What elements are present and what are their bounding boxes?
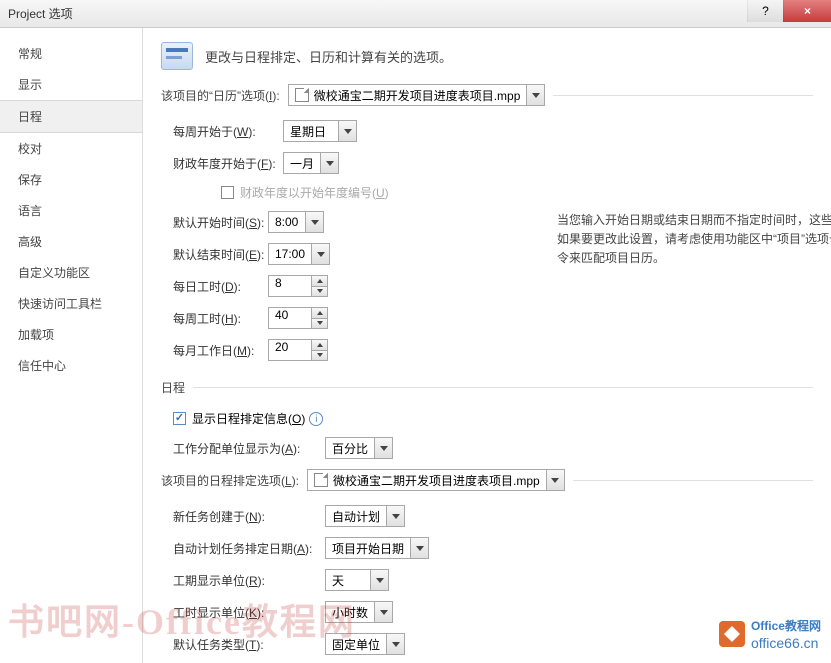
default-start-label: 默认开始时间(S): bbox=[173, 214, 268, 231]
help-button[interactable]: ? bbox=[747, 0, 783, 22]
hours-per-day-spinner[interactable]: 8 bbox=[268, 275, 328, 297]
auto-sched-select[interactable]: 项目开始日期 bbox=[325, 537, 429, 559]
divider bbox=[553, 95, 813, 96]
container: 常规 显示 日程 校对 保存 语言 高级 自定义功能区 快速访问工具栏 加载项 … bbox=[0, 28, 831, 663]
sidebar-item-addins[interactable]: 加载项 bbox=[0, 319, 142, 350]
page-description: 更改与日程排定、日历和计算有关的选项。 bbox=[205, 47, 452, 66]
sidebar-item-proofing[interactable]: 校对 bbox=[0, 133, 142, 164]
calendar-project-select[interactable]: 微校通宝二期开发项目进度表项目.mpp bbox=[288, 84, 546, 106]
chevron-down-icon bbox=[311, 220, 319, 225]
sidebar-item-customize-ribbon[interactable]: 自定义功能区 bbox=[0, 257, 142, 288]
week-start-select[interactable]: 星期日 bbox=[283, 120, 357, 142]
duration-units-label: 工期显示单位(R): bbox=[173, 572, 325, 589]
fy-numbering-checkbox bbox=[221, 186, 234, 199]
chevron-down-icon bbox=[380, 446, 388, 451]
calendar-section-title: 该项目的“日历”选项(I): bbox=[161, 87, 280, 104]
default-task-type-select[interactable]: 固定单位 bbox=[325, 633, 405, 655]
schedule-header-icon bbox=[161, 42, 193, 70]
sidebar-item-trust-center[interactable]: 信任中心 bbox=[0, 350, 142, 381]
calendar-section-title-row: 该项目的“日历”选项(I): 微校通宝二期开发项目进度表项目.mpp bbox=[161, 84, 813, 106]
fy-start-select[interactable]: 一月 bbox=[283, 152, 339, 174]
hours-per-day-label: 每日工时(D): bbox=[173, 278, 268, 295]
chevron-down-icon bbox=[317, 252, 325, 257]
chevron-down-icon bbox=[551, 478, 559, 483]
hours-per-week-spinner[interactable]: 40 bbox=[268, 307, 328, 329]
info-icon[interactable]: i bbox=[309, 412, 323, 426]
default-start-select[interactable]: 8:00 bbox=[268, 211, 324, 233]
window-title: Project 选项 bbox=[8, 5, 73, 22]
fy-start-label: 财政年度开始于(F): bbox=[173, 155, 283, 172]
duration-units-select[interactable]: 天 bbox=[325, 569, 389, 591]
default-task-type-label: 默认任务类型(T): bbox=[173, 636, 325, 653]
show-schedule-info-label: 显示日程排定信息(O) bbox=[192, 410, 305, 427]
new-tasks-label: 新任务创建于(N): bbox=[173, 508, 325, 525]
schedule-section-title-row: 日程 bbox=[161, 379, 813, 396]
dropdown-button[interactable] bbox=[526, 85, 544, 105]
close-button[interactable]: × bbox=[783, 0, 831, 22]
new-tasks-select[interactable]: 自动计划 bbox=[325, 505, 405, 527]
sidebar-item-schedule[interactable]: 日程 bbox=[0, 100, 142, 133]
sidebar-item-language[interactable]: 语言 bbox=[0, 195, 142, 226]
divider bbox=[573, 480, 813, 481]
titlebar-buttons: ? × bbox=[747, 0, 831, 22]
show-schedule-info-checkbox[interactable] bbox=[173, 412, 186, 425]
divider bbox=[193, 387, 813, 388]
chevron-down-icon bbox=[344, 129, 352, 134]
close-icon: × bbox=[804, 4, 811, 18]
days-per-month-label: 每月工作日(M): bbox=[173, 342, 268, 359]
page-header: 更改与日程排定、日历和计算有关的选项。 bbox=[161, 42, 813, 70]
auto-sched-label: 自动计划任务排定日期(A): bbox=[173, 540, 325, 557]
work-units-select[interactable]: 小时数 bbox=[325, 601, 393, 623]
chevron-down-icon bbox=[326, 161, 334, 166]
calendar-side-note: 当您输入开始日期或结束日期而不指定时间时，这些时间会被分配给任务。如果要更改此设… bbox=[557, 211, 831, 269]
hours-per-week-label: 每周工时(H): bbox=[173, 310, 268, 327]
assignment-units-label: 工作分配单位显示为(A): bbox=[173, 440, 325, 457]
chevron-down-icon bbox=[317, 289, 323, 293]
sidebar-item-advanced[interactable]: 高级 bbox=[0, 226, 142, 257]
content: 更改与日程排定、日历和计算有关的选项。 该项目的“日历”选项(I): 微校通宝二… bbox=[143, 28, 831, 663]
file-icon bbox=[314, 473, 328, 487]
sidebar-item-save[interactable]: 保存 bbox=[0, 164, 142, 195]
assignment-units-select[interactable]: 百分比 bbox=[325, 437, 393, 459]
sched-options-title: 该项目的日程排定选项(L): bbox=[161, 472, 299, 489]
chevron-up-icon bbox=[317, 279, 323, 283]
week-start-label: 每周开始于(W): bbox=[173, 123, 283, 140]
sidebar-item-quick-access[interactable]: 快速访问工具栏 bbox=[0, 288, 142, 319]
default-end-select[interactable]: 17:00 bbox=[268, 243, 330, 265]
days-per-month-spinner[interactable]: 20 bbox=[268, 339, 328, 361]
titlebar: Project 选项 ? × bbox=[0, 0, 831, 28]
schedule-section-title: 日程 bbox=[161, 379, 185, 396]
default-end-label: 默认结束时间(E): bbox=[173, 246, 268, 263]
sidebar: 常规 显示 日程 校对 保存 语言 高级 自定义功能区 快速访问工具栏 加载项 … bbox=[0, 28, 143, 663]
chevron-down-icon bbox=[532, 93, 540, 98]
work-units-label: 工时显示单位(K): bbox=[173, 604, 325, 621]
fy-numbering-label: 财政年度以开始年度编号(U) bbox=[240, 184, 389, 201]
sidebar-item-general[interactable]: 常规 bbox=[0, 38, 142, 69]
sched-options-project-select[interactable]: 微校通宝二期开发项目进度表项目.mpp bbox=[307, 469, 565, 491]
sidebar-item-display[interactable]: 显示 bbox=[0, 69, 142, 100]
question-icon: ? bbox=[762, 4, 769, 18]
file-icon bbox=[295, 88, 309, 102]
sched-options-title-row: 该项目的日程排定选项(L): 微校通宝二期开发项目进度表项目.mpp bbox=[161, 469, 813, 491]
